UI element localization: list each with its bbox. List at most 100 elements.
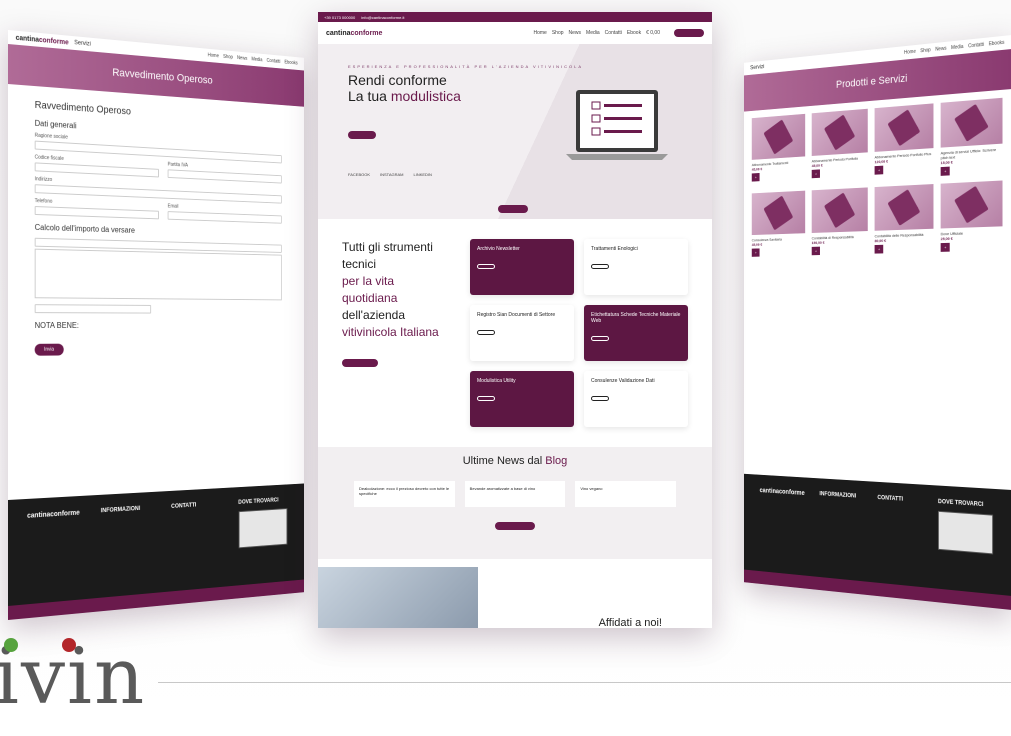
mockup-stage: cantinaconforme Servizi Home Shop News M… xyxy=(0,0,1011,736)
note-bene-title: NOTA BENE: xyxy=(34,321,79,330)
service-card-trattamenti[interactable]: Trattamenti Enologici xyxy=(584,239,688,295)
product-card[interactable]: Contabilità di Responsabilità 150,00 € + xyxy=(811,187,868,256)
blog-title: Ultime News dal Blog xyxy=(462,455,568,467)
product-image[interactable] xyxy=(811,187,868,233)
product-card[interactable]: Consulenza Sanitaria 45,00 € + xyxy=(751,190,806,257)
left-logo[interactable]: cantinaconforme xyxy=(16,34,69,46)
red-dot-icon xyxy=(62,638,76,652)
add-to-cart-button[interactable]: + xyxy=(751,172,760,182)
add-to-cart-button[interactable]: + xyxy=(751,248,760,257)
product-image[interactable] xyxy=(751,190,806,236)
product-image[interactable] xyxy=(811,108,868,156)
left-nav-ebooks[interactable]: Ebooks xyxy=(284,60,297,67)
blog-post[interactable]: Vino vegano xyxy=(575,481,677,507)
hero-cta-button[interactable] xyxy=(348,131,376,139)
left-nav-home[interactable]: Home xyxy=(208,53,219,60)
left-servizi-menu[interactable]: Servizi xyxy=(74,40,91,47)
instagram-link[interactable]: INSTAGRAM xyxy=(380,172,403,177)
affidati-section: Affidati a noi! xyxy=(318,559,712,628)
nav-contatti[interactable]: Contatti xyxy=(605,30,622,36)
product-card[interactable]: Abbonamento Periodo Portfolio Plus 120,00… xyxy=(874,103,934,179)
footer-logo: cantinaconforme xyxy=(27,509,80,520)
footer-map[interactable] xyxy=(238,508,287,549)
right-nav-home[interactable]: Home xyxy=(904,49,916,56)
footer-map[interactable] xyxy=(937,510,994,555)
ravvedimento-form: Ravvedimento Operoso Dati generali Ragio… xyxy=(8,84,304,364)
nav-media[interactable]: Media xyxy=(586,30,600,36)
add-to-cart-button[interactable]: + xyxy=(811,246,821,256)
right-nav-ebooks[interactable]: Ebooks xyxy=(989,40,1005,48)
product-image[interactable] xyxy=(874,184,934,231)
footer-dove-heading: DOVE TROVARCI xyxy=(238,497,279,506)
green-dot-icon xyxy=(4,638,18,652)
left-nav-shop[interactable]: Shop xyxy=(223,54,233,60)
left-nav-news[interactable]: News xyxy=(237,55,247,61)
right-banner-title: Prodotti e Servizi xyxy=(836,72,908,91)
center-nav: Home Shop News Media Contatti Ebook € 0,… xyxy=(534,30,661,36)
add-to-cart-button[interactable]: + xyxy=(940,166,951,176)
nav-shop[interactable]: Shop xyxy=(552,30,564,36)
nav-news[interactable]: News xyxy=(569,30,582,36)
product-grid: Abbonamento Trattamenti 45,00 € + Abboname… xyxy=(744,89,1011,264)
right-nav-shop[interactable]: Shop xyxy=(920,47,930,54)
tools-tagline: Tutti gli strumenti tecnici per la vita … xyxy=(342,239,452,427)
contact-topbar: +39 0173 000000 info@cantinaconforme.it xyxy=(318,12,712,22)
note-textarea[interactable] xyxy=(34,248,282,301)
product-image[interactable] xyxy=(940,97,1003,148)
hero-kicker: ESPERIENZA E PROFESSIONALITÀ PER L'AZIEN… xyxy=(348,64,584,69)
right-page-screenshot: Servizi Home Shop News Media Contatti Eb… xyxy=(743,35,1011,610)
service-card-etichettatura[interactable]: Etichettatura Schede Tecniche Materiale … xyxy=(584,305,688,361)
hero-section: ESPERIENZA E PROFESSIONALITÀ PER L'AZIEN… xyxy=(318,44,712,219)
nav-home[interactable]: Home xyxy=(534,30,547,36)
phone-text[interactable]: +39 0173 000000 xyxy=(324,15,355,20)
service-card-archivio[interactable]: Archivio Newsletter xyxy=(470,239,574,295)
left-nav-contatti[interactable]: Contatti xyxy=(267,58,281,65)
cart-total[interactable]: € 0,00 xyxy=(646,30,660,36)
office-photo xyxy=(318,567,478,628)
right-nav-media[interactable]: Media xyxy=(951,44,963,51)
footer-contatti-heading: CONTATTI xyxy=(877,495,903,503)
codice-tributo-select[interactable] xyxy=(34,304,151,314)
blog-post[interactable]: Dealcolazione: ecco il prezioso decreto … xyxy=(354,481,455,507)
section-calc-title: Calcolo dell'importo da versare xyxy=(34,222,135,235)
submit-button[interactable]: Invia xyxy=(34,343,64,356)
right-nav-news[interactable]: News xyxy=(935,46,946,53)
product-card[interactable]: Abbonamento Periodo Portfolio 45,00 € + xyxy=(811,108,868,183)
service-card-consulenze[interactable]: Consulenze Validazione Dati xyxy=(584,371,688,427)
footer-dove-heading: DOVE TROVARCI xyxy=(937,499,984,509)
slider-pager[interactable] xyxy=(498,205,528,213)
center-logo[interactable]: cantinaconforme xyxy=(326,30,382,37)
nav-ebook[interactable]: Ebook xyxy=(627,30,641,36)
product-card[interactable]: Dove Ufficiale 25,00 € + xyxy=(940,180,1003,252)
linkedin-link[interactable]: LINKEDIN xyxy=(414,172,432,177)
email-text[interactable]: info@cantinaconforme.it xyxy=(361,15,404,20)
center-header: cantinaconforme Home Shop News Media Con… xyxy=(318,22,712,44)
tools-section: Tutti gli strumenti tecnici per la vita … xyxy=(318,219,712,447)
product-image[interactable] xyxy=(940,180,1003,229)
footer-info-heading: INFORMAZIONI xyxy=(819,491,857,500)
left-nav-media[interactable]: Media xyxy=(251,57,262,64)
blog-section: Ultime News dal Blog Dealcolazione: ecco… xyxy=(318,447,712,559)
product-card[interactable]: Contabilità delle Responsabilità 80,00 € + xyxy=(874,184,934,254)
blog-more-button[interactable] xyxy=(495,522,535,530)
product-card[interactable]: Agenzia di servizi Ufficio: Scrivere pit… xyxy=(940,97,1003,176)
service-cards: Archivio Newsletter Trattamenti Enologic… xyxy=(470,239,688,427)
header-cta-button[interactable] xyxy=(674,29,704,37)
left-banner-title: Ravvedimento Operoso xyxy=(112,66,213,87)
add-to-cart-button[interactable]: + xyxy=(874,244,884,254)
right-nav-contatti[interactable]: Contatti xyxy=(968,42,984,50)
blog-post[interactable]: Bevande aromatizzate a base di vino xyxy=(464,481,566,507)
product-image[interactable] xyxy=(751,113,806,160)
tools-cta-button[interactable] xyxy=(342,359,378,367)
center-page-screenshot: +39 0173 000000 info@cantinaconforme.it … xyxy=(318,12,712,628)
facebook-link[interactable]: FACEBOOK xyxy=(348,172,370,177)
add-to-cart-button[interactable]: + xyxy=(874,165,884,175)
add-to-cart-button[interactable]: + xyxy=(811,169,821,179)
service-card-modulistica[interactable]: Modulistica Utility xyxy=(470,371,574,427)
product-card[interactable]: Abbonamento Trattamenti 45,00 € + xyxy=(751,113,806,186)
service-card-registro[interactable]: Registro Sian Documenti di Settore xyxy=(470,305,574,361)
laptop-illustration-icon xyxy=(566,90,668,160)
right-servizi-menu[interactable]: Servizi xyxy=(750,64,764,71)
add-to-cart-button[interactable]: + xyxy=(940,242,951,252)
product-image[interactable] xyxy=(874,103,934,152)
